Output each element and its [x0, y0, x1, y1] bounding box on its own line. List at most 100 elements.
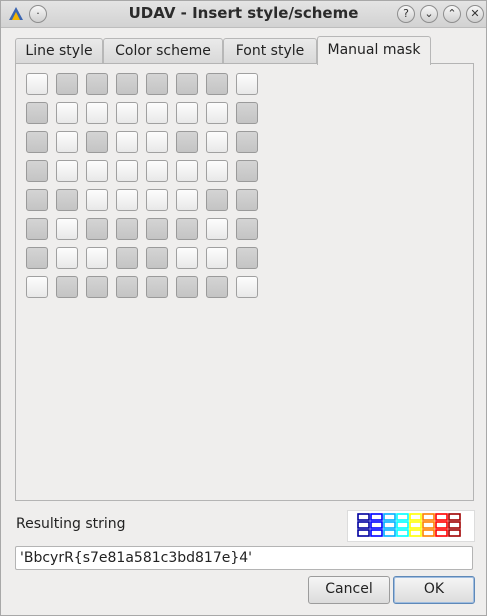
mask-cell[interactable]: [26, 218, 48, 240]
mask-cell[interactable]: [236, 160, 258, 182]
mask-cell[interactable]: [176, 102, 198, 124]
title-bar[interactable]: · UDAV - Insert style/scheme ? ⌄ ⌃ ✕: [1, 1, 486, 28]
minimize-icon[interactable]: ⌄: [420, 5, 438, 23]
tab-color-scheme[interactable]: Color scheme: [103, 38, 223, 63]
close-icon[interactable]: ✕: [466, 5, 484, 23]
mask-cell[interactable]: [206, 102, 228, 124]
mask-cell[interactable]: [116, 131, 138, 153]
preview-tile: [422, 529, 435, 537]
mask-cell[interactable]: [236, 189, 258, 211]
preview-tile: [422, 521, 435, 529]
cancel-button[interactable]: Cancel: [308, 576, 390, 604]
mask-cell[interactable]: [86, 102, 108, 124]
mask-cell[interactable]: [236, 131, 258, 153]
mask-cell[interactable]: [86, 131, 108, 153]
mask-cell[interactable]: [26, 276, 48, 298]
mask-cell[interactable]: [56, 276, 78, 298]
mask-cell[interactable]: [176, 218, 198, 240]
preview-tile: [383, 513, 396, 521]
preview-tile: [396, 529, 409, 537]
mask-cell[interactable]: [146, 102, 168, 124]
mask-cell[interactable]: [206, 247, 228, 269]
mask-cell[interactable]: [206, 73, 228, 95]
mask-cell[interactable]: [86, 247, 108, 269]
mask-cell[interactable]: [116, 73, 138, 95]
mask-cell[interactable]: [116, 102, 138, 124]
mask-cell[interactable]: [116, 189, 138, 211]
preview-tile: [370, 521, 383, 529]
mask-cell[interactable]: [26, 131, 48, 153]
mask-cell[interactable]: [206, 189, 228, 211]
mask-cell[interactable]: [26, 102, 48, 124]
mask-cell[interactable]: [206, 131, 228, 153]
mask-cell[interactable]: [206, 218, 228, 240]
mask-cell[interactable]: [176, 247, 198, 269]
mask-cell[interactable]: [176, 73, 198, 95]
mask-cell[interactable]: [26, 189, 48, 211]
mask-cell[interactable]: [146, 276, 168, 298]
mask-cell[interactable]: [56, 247, 78, 269]
mask-cell[interactable]: [56, 73, 78, 95]
tab-line-style[interactable]: Line style: [15, 38, 103, 63]
mask-cell[interactable]: [86, 73, 108, 95]
mask-cell[interactable]: [236, 276, 258, 298]
mask-cell[interactable]: [116, 276, 138, 298]
mask-cell[interactable]: [116, 247, 138, 269]
mask-cell[interactable]: [56, 160, 78, 182]
preview-tile: [357, 529, 370, 537]
resulting-string-label: Resulting string: [16, 516, 126, 532]
preview-tile: [448, 513, 461, 521]
mask-cell[interactable]: [146, 218, 168, 240]
preview-tile: [370, 513, 383, 521]
preview-tile: [409, 513, 422, 521]
mask-cell[interactable]: [176, 276, 198, 298]
mask-cell[interactable]: [236, 73, 258, 95]
mask-cell[interactable]: [236, 218, 258, 240]
mask-cell[interactable]: [56, 131, 78, 153]
maximize-icon[interactable]: ⌃: [443, 5, 461, 23]
mask-cell[interactable]: [86, 276, 108, 298]
preview-tile: [370, 529, 383, 537]
preview-tile: [435, 513, 448, 521]
ok-button[interactable]: OK: [393, 576, 475, 604]
preview-tile: [448, 529, 461, 537]
mask-cell[interactable]: [176, 160, 198, 182]
help-icon[interactable]: ?: [397, 5, 415, 23]
mask-cell[interactable]: [56, 189, 78, 211]
mask-cell[interactable]: [176, 131, 198, 153]
mask-cell[interactable]: [26, 73, 48, 95]
mask-cell[interactable]: [86, 160, 108, 182]
mask-cell[interactable]: [236, 102, 258, 124]
mask-cell[interactable]: [86, 189, 108, 211]
mask-cell[interactable]: [116, 160, 138, 182]
manual-mask-panel: [15, 63, 474, 501]
preview-tile: [383, 521, 396, 529]
preview-tile: [383, 529, 396, 537]
mask-cell[interactable]: [26, 247, 48, 269]
tab-manual-mask[interactable]: Manual mask: [317, 36, 431, 65]
tab-font-style[interactable]: Font style: [223, 38, 317, 63]
resulting-string-field[interactable]: 'BbcyrR{s7e81a581c3bd817e}4': [15, 546, 473, 570]
mask-cell[interactable]: [56, 218, 78, 240]
mask-cell[interactable]: [116, 218, 138, 240]
preview-tile: [435, 529, 448, 537]
preview-tile: [396, 521, 409, 529]
mask-cell[interactable]: [146, 189, 168, 211]
style-preview: [347, 510, 475, 542]
mask-cell[interactable]: [146, 160, 168, 182]
preview-tile: [357, 513, 370, 521]
mask-cell[interactable]: [206, 160, 228, 182]
mask-cell[interactable]: [56, 102, 78, 124]
mask-cell[interactable]: [236, 247, 258, 269]
mask-cell[interactable]: [146, 73, 168, 95]
mask-cell[interactable]: [206, 276, 228, 298]
preview-tile: [409, 529, 422, 537]
preview-tile: [422, 513, 435, 521]
preview-tile: [357, 521, 370, 529]
mask-cell[interactable]: [146, 247, 168, 269]
mask-cell[interactable]: [26, 160, 48, 182]
mask-cell[interactable]: [86, 218, 108, 240]
preview-tile: [435, 521, 448, 529]
mask-cell[interactable]: [146, 131, 168, 153]
mask-cell[interactable]: [176, 189, 198, 211]
